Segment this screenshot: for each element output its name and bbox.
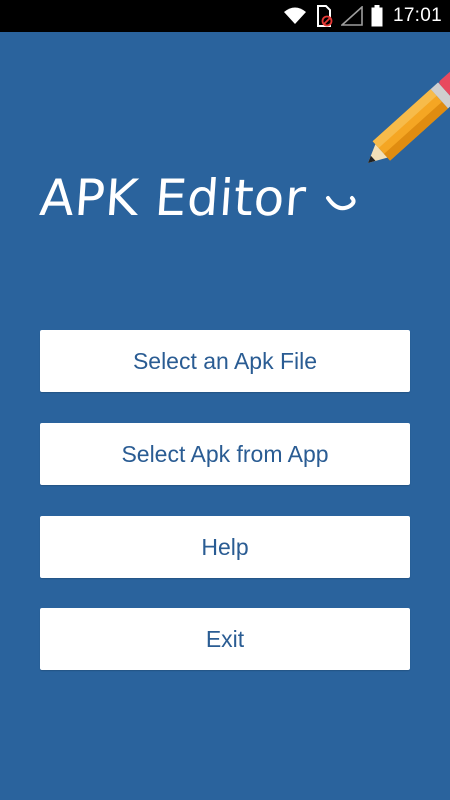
signal-icon xyxy=(340,6,363,26)
app-logo: APK Editor xyxy=(38,68,450,238)
wifi-icon xyxy=(283,6,307,26)
status-icons: 17:01 xyxy=(283,0,442,32)
select-apk-from-app-button[interactable]: Select Apk from App xyxy=(40,423,410,485)
app-main: APK Editor Select an Apk File Select Apk… xyxy=(0,32,450,800)
help-button[interactable]: Help xyxy=(40,516,410,578)
battery-icon xyxy=(371,5,383,27)
status-time: 17:01 xyxy=(392,5,442,26)
sim-card-blocked-icon xyxy=(315,5,333,27)
exit-button[interactable]: Exit xyxy=(40,608,410,670)
pencil-icon xyxy=(326,71,450,211)
select-apk-file-button[interactable]: Select an Apk File xyxy=(40,330,410,392)
status-bar: 17:01 xyxy=(0,0,450,32)
